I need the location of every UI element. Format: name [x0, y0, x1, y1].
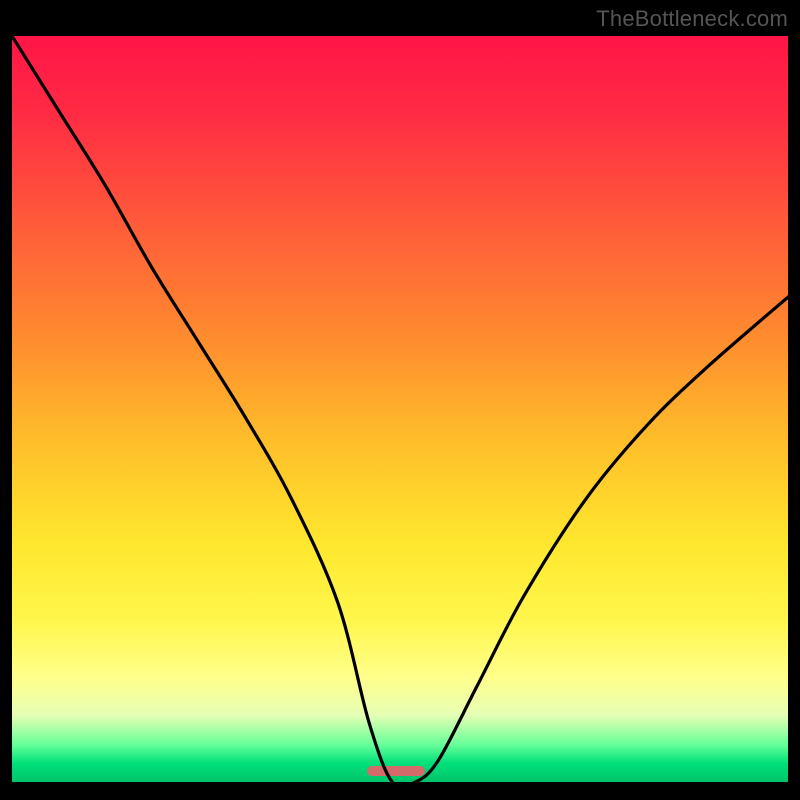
- chart-container: TheBottleneck.com: [0, 0, 800, 800]
- plot-area: [12, 36, 788, 782]
- watermark-text: TheBottleneck.com: [596, 6, 788, 32]
- curve-path: [12, 36, 788, 782]
- bottleneck-curve: [12, 36, 788, 782]
